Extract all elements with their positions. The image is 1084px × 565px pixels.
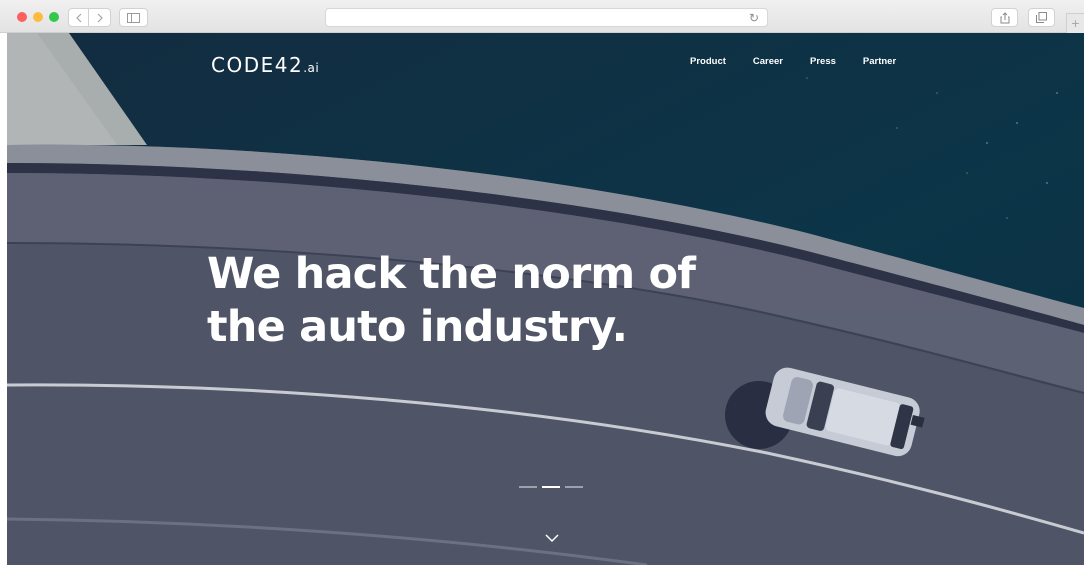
chevron-down-icon[interactable] (544, 531, 560, 545)
headline-line-2: the auto industry. (207, 302, 628, 352)
reload-icon[interactable]: ↻ (749, 11, 759, 25)
headline-line-1: We hack the norm of (207, 249, 696, 299)
close-window-button[interactable] (17, 12, 27, 22)
chevron-right-icon (97, 13, 103, 22)
share-button[interactable] (991, 8, 1018, 27)
hero-section: CODE42.ai Product Career Press Partner W… (7, 33, 1084, 565)
back-button[interactable] (68, 8, 89, 27)
hero-headline: We hack the norm of the auto industry. (207, 248, 767, 354)
slider-dot[interactable] (519, 486, 537, 488)
slider-pagination (519, 486, 583, 488)
logo-text: CODE42 (211, 53, 304, 77)
site-logo[interactable]: CODE42.ai (211, 53, 319, 77)
slider-dot-active[interactable] (542, 486, 560, 488)
main-nav: Product Career Press Partner (690, 56, 923, 67)
sidebar-icon (127, 12, 140, 23)
logo-suffix: .ai (303, 61, 320, 75)
tabs-icon (1036, 12, 1047, 23)
nav-item-product[interactable]: Product (690, 56, 726, 67)
nav-item-partner[interactable]: Partner (863, 56, 896, 67)
slider-dot[interactable] (565, 486, 583, 488)
forward-button[interactable] (89, 8, 111, 27)
chevron-left-icon (75, 13, 81, 22)
show-tabs-button[interactable] (1028, 8, 1055, 27)
zoom-window-button[interactable] (49, 12, 59, 22)
nav-item-press[interactable]: Press (810, 56, 836, 67)
browser-toolbar: ↻ + (0, 0, 1084, 33)
minimize-window-button[interactable] (33, 12, 43, 22)
nav-item-career[interactable]: Career (753, 56, 783, 67)
share-icon (1000, 11, 1009, 23)
plus-icon[interactable]: + (1066, 13, 1084, 33)
sidebar-toggle-button[interactable] (119, 8, 148, 27)
address-bar[interactable]: ↻ (325, 8, 768, 27)
